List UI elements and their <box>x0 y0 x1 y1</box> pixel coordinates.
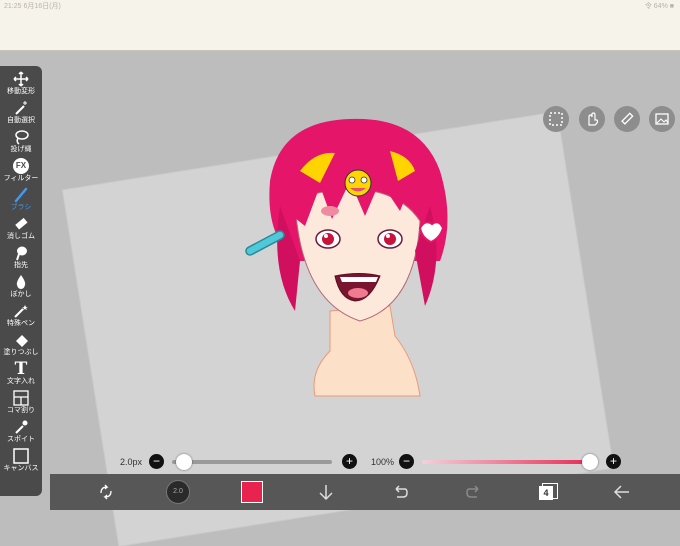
hand-icon <box>588 112 599 126</box>
move-icon <box>13 71 29 87</box>
tool-move-transform[interactable]: 移動変形 <box>0 70 42 96</box>
selection-button[interactable] <box>543 106 569 132</box>
brush-slider-row: 2.0px − + 100% − + <box>0 450 680 474</box>
tool-label: 塗りつぶし <box>3 349 39 356</box>
tool-label: ブラシ <box>10 204 32 211</box>
selection-icon <box>549 112 563 126</box>
tool-label: 自動選択 <box>7 117 35 124</box>
text-icon: T <box>14 359 28 379</box>
layer-count: 4 <box>539 486 553 500</box>
tool-label: スポイト <box>7 436 35 443</box>
redo-icon <box>466 485 479 498</box>
brush-size-knob[interactable] <box>176 454 192 470</box>
ruler-button[interactable] <box>614 106 640 132</box>
status-bar: 21:25 6月16日(月) 令 64% ■ <box>0 0 680 10</box>
tool-eyedropper[interactable]: スポイト <box>0 418 42 444</box>
finger-icon <box>16 246 27 261</box>
blur-drop-icon <box>16 275 26 289</box>
layers-icon: 4 <box>539 483 558 501</box>
tool-label: フィルター <box>3 175 39 182</box>
redo-button[interactable] <box>462 480 486 504</box>
ruler-icon <box>621 112 634 125</box>
tool-blur[interactable]: ぼかし <box>0 273 42 299</box>
brush-preview: 2.0 <box>166 480 190 504</box>
image-icon <box>655 113 669 125</box>
tool-frame[interactable]: コマ割り <box>0 389 42 415</box>
brush-size-value: 2.0px <box>120 457 143 467</box>
swap-icon <box>100 484 112 500</box>
opacity-decrease-button[interactable]: − <box>399 454 414 469</box>
material-button[interactable] <box>649 106 675 132</box>
fx-icon: FX <box>13 158 29 174</box>
opacity-slider[interactable] <box>422 454 598 470</box>
magic-wand-icon <box>15 101 27 115</box>
arrow-down-icon <box>319 485 333 501</box>
tool-label: 指先 <box>14 262 28 269</box>
canvas-area[interactable] <box>0 51 680 546</box>
tool-special-pen[interactable]: 特殊ペン <box>0 302 42 328</box>
tool-text[interactable]: T 文字入れ <box>0 359 42 386</box>
eraser-icon <box>15 217 28 230</box>
undo-button[interactable] <box>388 480 412 504</box>
brush-size-decrease-button[interactable]: − <box>149 454 164 469</box>
tool-label: 特殊ペン <box>7 320 35 327</box>
tool-label: コマ割り <box>7 407 35 414</box>
hand-tool-button[interactable] <box>579 106 605 132</box>
fill-bucket-icon <box>16 335 28 347</box>
bottom-toolbar: 2.0 4 <box>50 474 680 510</box>
tool-fill[interactable]: 塗りつぶし <box>0 331 42 357</box>
brush-preview-button[interactable]: 2.0 <box>166 480 190 504</box>
color-swap-button[interactable] <box>94 480 118 504</box>
tool-finger[interactable]: 指先 <box>0 244 42 270</box>
back-button[interactable] <box>610 480 634 504</box>
layers-button[interactable]: 4 <box>536 480 560 504</box>
tool-label: 投げ縄 <box>10 146 32 153</box>
tool-label: 消しゴム <box>7 233 35 240</box>
tool-brush[interactable]: ブラシ <box>0 186 42 212</box>
tool-label: 移動変形 <box>7 88 35 95</box>
brush-icon <box>14 187 28 203</box>
opacity-value: 100% <box>371 457 395 467</box>
color-swatch <box>241 481 263 503</box>
lasso-icon <box>15 130 29 145</box>
tool-filter[interactable]: FX フィルター <box>0 157 42 183</box>
arrow-left-icon <box>613 485 629 499</box>
color-button[interactable] <box>240 480 264 504</box>
opacity-increase-button[interactable]: + <box>606 454 621 469</box>
special-pen-icon <box>14 305 28 318</box>
tool-sidebar: 移動変形 自動選択 投げ縄 FX フィルター ブラシ 消しゴム 指先 ぼかし 特… <box>0 66 42 496</box>
brush-size-slider[interactable] <box>172 454 332 470</box>
brush-size-increase-button[interactable]: + <box>342 454 357 469</box>
tool-magic-wand[interactable]: 自動選択 <box>0 99 42 125</box>
frame-icon <box>13 390 29 406</box>
tool-lasso[interactable]: 投げ縄 <box>0 128 42 154</box>
tool-label: ぼかし <box>10 291 32 298</box>
import-button[interactable] <box>314 480 338 504</box>
top-bar <box>0 10 680 51</box>
tool-eraser[interactable]: 消しゴム <box>0 215 42 241</box>
undo-icon <box>395 485 408 498</box>
eyedropper-icon <box>15 420 28 434</box>
artwork <box>245 118 448 397</box>
tool-label: 文字入れ <box>7 378 35 385</box>
opacity-knob[interactable] <box>582 454 598 470</box>
